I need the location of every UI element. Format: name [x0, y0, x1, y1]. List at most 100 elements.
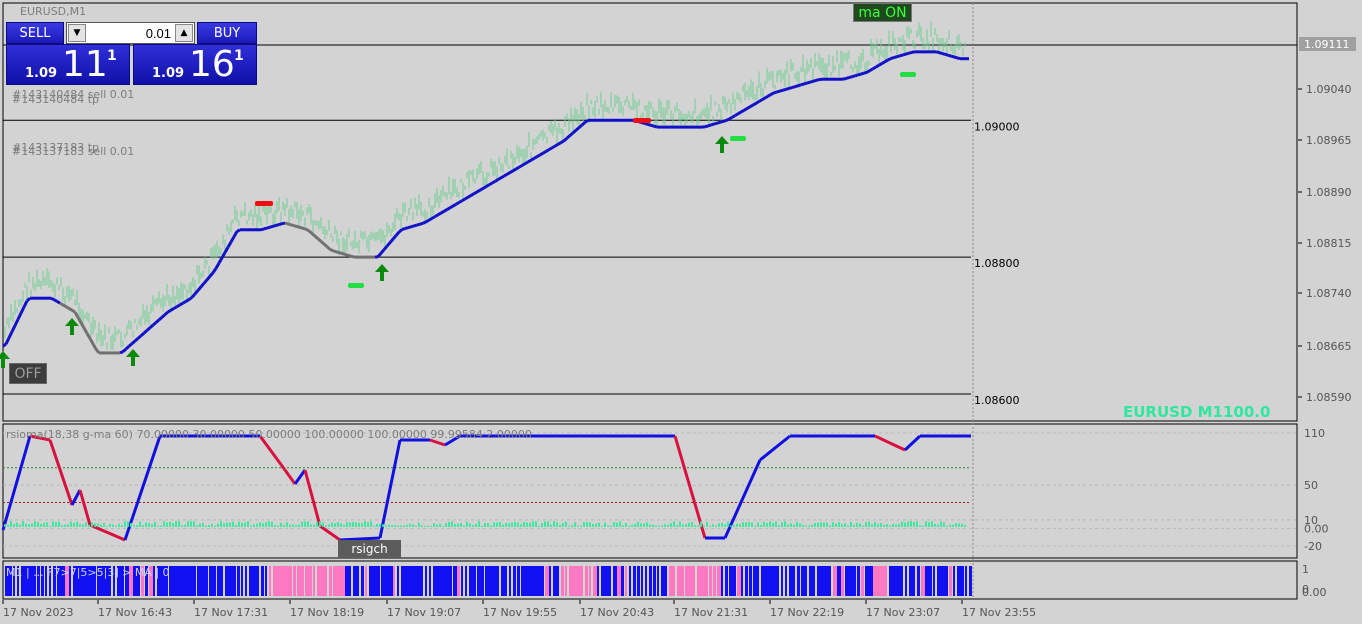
- ma-line-segment: [578, 123, 583, 129]
- signal-bar: [293, 566, 296, 596]
- ma-line-segment: [494, 178, 499, 183]
- ma-toggle-button[interactable]: ma ON: [853, 3, 912, 22]
- ma-line-segment: [269, 224, 274, 229]
- ma-line-segment: [944, 52, 949, 57]
- ma-line-segment: [71, 308, 76, 314]
- rsi-axis-label: 0.00: [1304, 523, 1329, 536]
- rsioma-panel-frame: [2, 423, 1298, 559]
- ma-line-segment: [716, 120, 721, 125]
- signal-bar: [805, 566, 807, 596]
- ma-line-segment: [710, 122, 715, 127]
- signal-bar: [549, 566, 551, 596]
- rsi-line-segment: [378, 439, 402, 539]
- signal-bar: [661, 566, 665, 596]
- ma-line-segment: [416, 222, 421, 227]
- chart-canvas[interactable]: 1.09000 1.08800 1.08600 1.09040 1.08965 1.088…: [0, 0, 1362, 624]
- signal-bar: [925, 566, 929, 596]
- ma-line-segment: [860, 71, 865, 76]
- rsi-line-segment: [303, 469, 322, 527]
- signal-bar: [565, 566, 567, 596]
- ma-line-segment: [644, 122, 649, 126]
- ma-line-segment: [211, 267, 218, 274]
- ma-line-segment: [497, 176, 502, 181]
- signal-bar: [617, 566, 621, 596]
- ma-line-segment: [551, 144, 556, 150]
- signal-bar: [329, 566, 332, 596]
- ma-line-segment: [152, 321, 157, 327]
- signal-bar: [361, 566, 364, 596]
- sell-button[interactable]: SELL: [6, 22, 64, 44]
- time-axis-label: 17 Nov 23:07: [866, 606, 940, 619]
- ma-line-segment: [134, 337, 139, 343]
- ma-line-segment: [232, 230, 239, 238]
- ma-line-segment: [524, 160, 529, 166]
- ma-line-segment: [125, 345, 130, 351]
- ma-line-segment: [545, 148, 550, 153]
- ma-line-segment: [217, 257, 224, 264]
- signal-bar: [301, 566, 304, 596]
- signal-bar: [605, 566, 609, 596]
- signal-bar: [789, 566, 793, 596]
- ma-line-segment: [85, 332, 92, 340]
- ma-line-segment: [158, 316, 163, 321]
- signal-bar: [369, 566, 373, 596]
- ma-line-segment: [473, 190, 478, 195]
- ma-line-segment: [79, 321, 86, 329]
- signal-bar: [621, 566, 624, 596]
- ma-line-segment: [566, 134, 571, 140]
- ma-line-segment: [503, 173, 508, 178]
- ma-line-segment: [845, 76, 850, 80]
- ma-line-segment: [59, 301, 64, 307]
- rsi-line-segment: [903, 434, 922, 452]
- ma-line-segment: [539, 151, 544, 157]
- ma-line-segment: [863, 70, 868, 75]
- ma-line-segment: [890, 56, 895, 60]
- signal-bar: [673, 566, 675, 596]
- signal-bar: [861, 566, 864, 596]
- ma-line-segment: [509, 169, 514, 174]
- signal-bar: [797, 566, 800, 596]
- signal-bar: [909, 566, 913, 596]
- signal-bar: [409, 566, 413, 596]
- ma-line-segment: [122, 347, 127, 353]
- ma-line-segment: [26, 297, 31, 302]
- ma-line-segment: [725, 117, 730, 122]
- ma-line-segment: [512, 167, 517, 173]
- lot-size-input[interactable]: [89, 24, 173, 42]
- ma-line-segment: [13, 318, 20, 327]
- ma-line-segment: [854, 73, 859, 78]
- buy-quote[interactable]: 1.09 16 1: [133, 44, 257, 85]
- lot-increase-button[interactable]: ▲: [175, 24, 193, 42]
- ma-line-segment: [314, 234, 319, 240]
- time-axis-label: 17 Nov 22:19: [770, 606, 844, 619]
- ma-line-segment: [205, 275, 212, 281]
- ma-line-segment: [278, 222, 283, 226]
- signal-bar: [641, 566, 643, 596]
- ma-line-segment: [272, 223, 277, 228]
- rsioma-indicator-title: rsioma(18,38 g-ma 60) 70.00000 30.00000 …: [6, 428, 532, 441]
- signal-bar: [265, 566, 267, 596]
- ma-line-segment: [470, 192, 475, 197]
- ma-line-segment: [506, 171, 511, 176]
- signal-bar: [917, 566, 920, 596]
- rsigch-button[interactable]: rsigch: [338, 540, 401, 558]
- signal-bar: [713, 566, 716, 596]
- buy-arrow-icon: [375, 264, 389, 281]
- rsi-line-segment: [258, 435, 287, 471]
- lot-size-control: ▼ ▲: [66, 22, 195, 44]
- ma-line-segment: [488, 181, 493, 187]
- buy-button[interactable]: BUY: [197, 22, 257, 44]
- ma-line-segment: [746, 105, 751, 110]
- ma-line-segment: [776, 89, 781, 94]
- ma-line-segment: [275, 223, 280, 227]
- off-toggle-button[interactable]: OFF: [9, 363, 47, 384]
- ma-line-segment: [293, 224, 298, 229]
- signal-bar: [681, 566, 684, 596]
- signal-bar: [457, 566, 460, 596]
- ma-line-segment: [800, 82, 805, 87]
- sell-quote[interactable]: 1.09 11 1: [6, 44, 130, 85]
- ma-line-segment: [434, 213, 439, 218]
- ma-line-segment: [19, 306, 26, 314]
- ma-line-segment: [857, 72, 862, 77]
- lot-decrease-button[interactable]: ▼: [68, 24, 86, 42]
